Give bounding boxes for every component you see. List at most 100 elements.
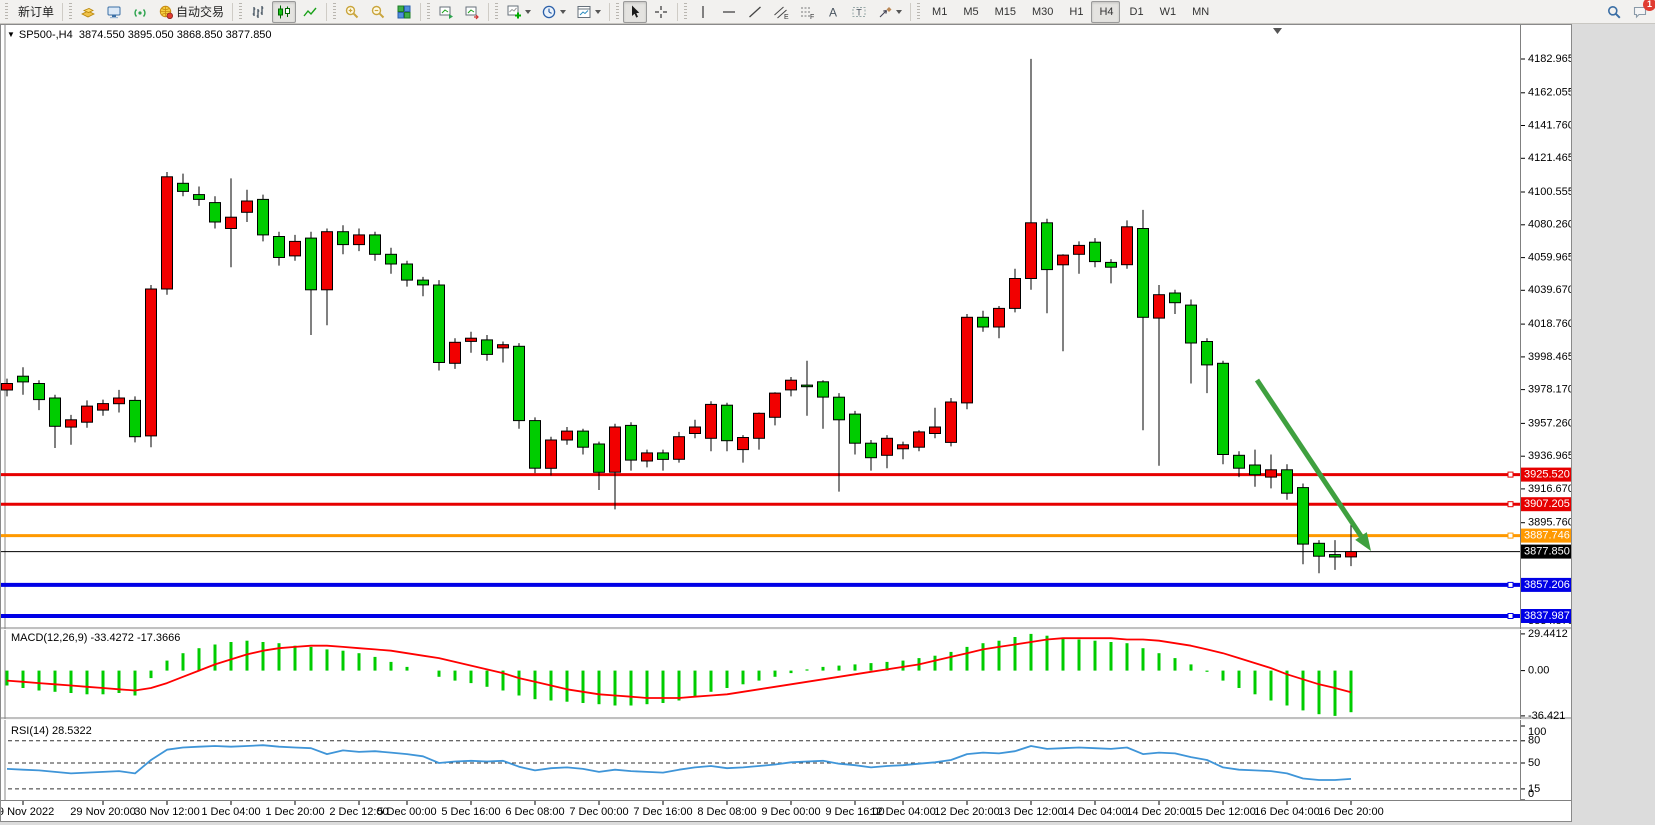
horizontal-line-button[interactable] [717, 1, 741, 23]
chart-shift-button[interactable] [460, 1, 484, 23]
candle-body [482, 340, 493, 355]
candle-body [562, 431, 573, 440]
tile-windows-icon [396, 4, 412, 20]
price-tick-label: 3936.965 [1528, 450, 1571, 462]
auto-trading-button[interactable]: 自动交易 [154, 1, 228, 23]
price-tick-label: 4100.555 [1528, 186, 1571, 198]
candle-body [1106, 262, 1117, 267]
signals-button[interactable] [128, 1, 152, 23]
time-tick-label: 8 Dec 08:00 [697, 806, 756, 818]
toolbar-grip [917, 3, 920, 21]
price-tick-label: 4141.760 [1528, 119, 1571, 131]
period-m30-button-label: M30 [1032, 6, 1053, 18]
time-tick-label: 14 Dec 20:00 [1126, 806, 1191, 818]
experts-button[interactable] [102, 1, 126, 23]
candle-body [594, 444, 605, 472]
dropdown-arrow-icon[interactable] [595, 10, 601, 14]
new-chart-button[interactable] [502, 1, 535, 23]
crosshair-button[interactable] [649, 1, 673, 23]
period-m1-button[interactable]: M1 [924, 1, 953, 23]
chart-window[interactable]: 4182.9654162.0554141.7604121.4654100.555… [0, 24, 1572, 822]
time-tick-label: 9 Dec 00:00 [761, 806, 820, 818]
hline-3837.987[interactable] [1, 614, 1520, 619]
auto-arrange-button[interactable] [434, 1, 458, 23]
chart-dropdown-icon[interactable]: ▼ [7, 30, 15, 39]
candle-body [1074, 245, 1085, 254]
line-chart-button[interactable] [298, 1, 322, 23]
candle-body [2, 384, 13, 391]
hline-3887.746[interactable] [1, 533, 1520, 538]
rsi-value: 28.5322 [52, 725, 92, 737]
hline-3907.205[interactable] [1, 502, 1520, 507]
candle-body [1010, 279, 1021, 309]
zoom-out-button[interactable] [366, 1, 390, 23]
period-m30-button[interactable]: M30 [1024, 1, 1059, 23]
toolbar-separator [488, 3, 489, 21]
toolbar-separator [62, 3, 63, 21]
candle-body [962, 317, 973, 403]
time-tick-label: 29 Nov 20:00 [70, 806, 135, 818]
dropdown-arrow-icon[interactable] [525, 10, 531, 14]
toolbar-grip [684, 3, 687, 21]
candle-body [1138, 229, 1149, 318]
period-h1-button[interactable]: H1 [1061, 1, 1089, 23]
period-h4-button[interactable]: H4 [1091, 1, 1119, 23]
time-tick-label: 1 Dec 04:00 [201, 806, 260, 818]
channel-button[interactable]: E [769, 1, 793, 23]
period-d1-button[interactable]: D1 [1122, 1, 1150, 23]
bar-chart-button[interactable] [246, 1, 270, 23]
toolbar-grip [495, 3, 498, 21]
search-button[interactable] [1602, 1, 1626, 23]
price-line-badge: 3907.205 [1521, 497, 1571, 511]
time-tick-label: 5 Dec 00:00 [377, 806, 436, 818]
dropdown-arrow-icon[interactable] [896, 10, 902, 14]
period-w1-button[interactable]: W1 [1152, 1, 1183, 23]
price-axis[interactable] [1521, 25, 1571, 800]
svg-text:A: A [829, 5, 837, 19]
profiles-button[interactable] [537, 1, 570, 23]
zoom-in-button[interactable] [340, 1, 364, 23]
templates-button[interactable] [572, 1, 605, 23]
new-order-button[interactable]: 新订单 [12, 1, 58, 23]
label-button[interactable]: T [847, 1, 871, 23]
price-tick-label: 4162.055 [1528, 87, 1571, 99]
rsi-axis-label: 80 [1528, 735, 1540, 747]
vertical-line-button[interactable] [691, 1, 715, 23]
candle-body [818, 382, 829, 397]
chat-button[interactable]: 1 [1628, 1, 1652, 23]
candle-body [1234, 455, 1245, 468]
channel-icon: E [773, 4, 789, 20]
candle-body [770, 393, 781, 417]
arrows-button[interactable] [873, 1, 906, 23]
trendline-button[interactable] [743, 1, 767, 23]
period-m5-button[interactable]: M5 [955, 1, 984, 23]
toolbar-separator [609, 3, 610, 21]
svg-text:3925.520: 3925.520 [1524, 469, 1570, 481]
period-mn-button[interactable]: MN [1184, 1, 1215, 23]
candle-chart-button[interactable] [272, 1, 296, 23]
candle-body [898, 445, 909, 449]
price-tick-label: 4080.260 [1528, 219, 1571, 231]
tile-windows-button[interactable] [392, 1, 416, 23]
chart-shift-marker[interactable] [1273, 28, 1282, 34]
cursor-button[interactable] [623, 1, 647, 23]
toolbar-right: 1 [1601, 1, 1653, 23]
candle-body [738, 438, 749, 450]
svg-text:F: F [810, 14, 814, 20]
candle-body [626, 425, 637, 460]
period-m15-button[interactable]: M15 [987, 1, 1022, 23]
chart-plot[interactable]: 4182.9654162.0554141.7604121.4654100.555… [1, 25, 1571, 821]
fibonacci-button[interactable]: F [795, 1, 819, 23]
candle-body [226, 217, 237, 228]
dropdown-arrow-icon[interactable] [560, 10, 566, 14]
price-line-badge: 3877.850 [1521, 545, 1571, 559]
hline-3857.206[interactable] [1, 582, 1520, 587]
candle-body [1122, 227, 1133, 265]
trendline-icon [747, 4, 763, 20]
candle-body [914, 432, 925, 447]
text-button[interactable]: A [821, 1, 845, 23]
candle-body [754, 413, 765, 438]
gold-bars-button[interactable] [76, 1, 100, 23]
candle-body [258, 199, 269, 235]
trend-arrow[interactable] [1257, 380, 1371, 551]
